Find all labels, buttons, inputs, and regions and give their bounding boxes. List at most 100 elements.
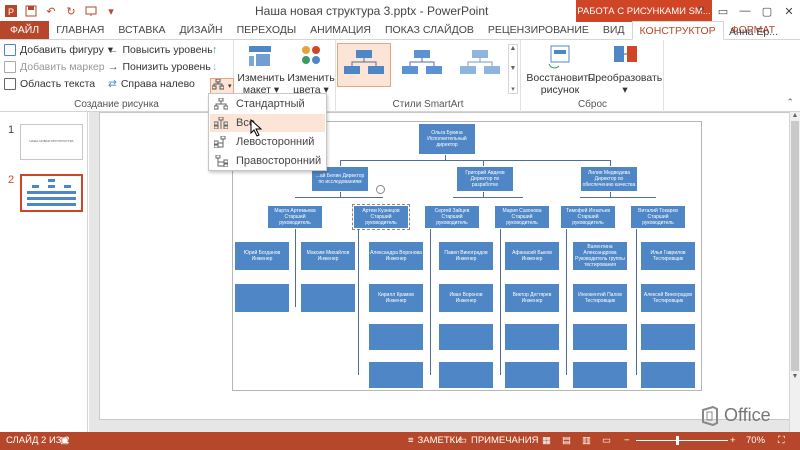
slide[interactable]: Ольга Букина Исполнительный директор ...…	[99, 112, 791, 420]
help-icon[interactable]: ?	[690, 5, 712, 17]
org-node-empty[interactable]	[438, 361, 494, 389]
org-node-senior[interactable]: Марта Артемьева Старший руководитель	[267, 205, 323, 229]
org-node-staff[interactable]: Юрий Богданов Инженер	[234, 241, 290, 271]
org-node-senior[interactable]: Тимофей Игнатьев Старший руководитель	[560, 205, 616, 229]
org-node-director[interactable]: Лилия Медведева Директор по обеспечению …	[580, 166, 638, 192]
style-3d[interactable]	[453, 43, 507, 87]
scroll-up-icon[interactable]: ▲	[790, 112, 800, 119]
org-node-director[interactable]: Григорий Авдеев Директор по разработке	[456, 166, 514, 192]
close-icon[interactable]: ✕	[778, 5, 800, 18]
tab-animation[interactable]: АНИМАЦИЯ	[303, 21, 378, 39]
org-node-staff[interactable]: Павел Виноградов Инженер	[438, 241, 494, 271]
add-bullet-button[interactable]: Добавить маркер	[4, 61, 105, 73]
right-to-left-button[interactable]: ⇄ Справа налево	[108, 78, 195, 90]
style-flat[interactable]	[337, 43, 391, 87]
org-node-empty[interactable]	[504, 361, 560, 389]
tab-file[interactable]: ФАЙЛ	[0, 21, 50, 39]
org-node-staff[interactable]: Александра Воронова Инженер	[368, 241, 424, 271]
org-node-senior[interactable]: Сергей Зайцев Старший руководитель	[424, 205, 480, 229]
org-node-empty[interactable]	[504, 323, 560, 351]
change-colors-button[interactable]: Изменить цвета ▾	[287, 42, 335, 96]
org-node-staff[interactable]: Афанасий Быков Инженер	[504, 241, 560, 271]
promote-button[interactable]: ← Повысить уровень	[108, 44, 213, 56]
menu-item-both[interactable]: Все	[210, 114, 325, 132]
move-up-button[interactable]: ↑	[212, 44, 217, 56]
tab-smartart-design[interactable]: КОНСТРУКТОР	[631, 21, 724, 40]
tab-design[interactable]: ДИЗАЙН	[172, 21, 229, 39]
zoom-out-icon[interactable]: −	[624, 435, 630, 446]
org-node-senior[interactable]: Виталий Токарев Старший руководитель	[630, 205, 686, 229]
rotate-handle-icon[interactable]	[376, 185, 385, 194]
minimize-icon[interactable]: —	[734, 5, 756, 17]
normal-view-icon[interactable]: ▦	[542, 435, 551, 446]
start-slideshow-icon[interactable]	[84, 4, 98, 18]
org-node-empty[interactable]	[300, 283, 356, 313]
zoom-level[interactable]: 70%	[746, 435, 765, 446]
menu-item-left-hanging[interactable]: Левосторонний	[210, 133, 325, 151]
org-node-staff[interactable]: Валентина Александрова Руководитель груп…	[572, 241, 628, 271]
user-name[interactable]: Анна Ер...	[729, 26, 778, 38]
collapse-ribbon-icon[interactable]: ⌃	[786, 97, 794, 108]
slideshow-view-icon[interactable]: ▭	[602, 435, 611, 446]
ribbon-display-icon[interactable]: ▭	[712, 5, 734, 18]
tab-review[interactable]: РЕЦЕНЗИРОВАНИЕ	[481, 21, 596, 39]
org-node-staff[interactable]: Алексей Виноградов Тестировщик	[640, 283, 696, 313]
undo-icon[interactable]: ↶	[44, 4, 58, 18]
convert-button[interactable]: Преобразовать ▾	[588, 42, 662, 96]
org-node-staff[interactable]: Кирилл Крамов Инженер	[368, 283, 424, 313]
scroll-down-icon[interactable]: ▼	[790, 373, 800, 380]
org-node-empty[interactable]	[438, 323, 494, 351]
org-node-senior[interactable]: Мария Сазонова Старший руководитель	[494, 205, 550, 229]
org-node-empty[interactable]	[640, 323, 696, 351]
text-pane-button[interactable]: Область текста	[4, 78, 95, 90]
spellcheck-icon[interactable]: ▣	[60, 435, 69, 446]
chevron-up-icon[interactable]: ▲	[510, 45, 517, 52]
style-subtle[interactable]	[395, 43, 449, 87]
menu-item-right-hanging[interactable]: Правосторонний	[210, 152, 325, 170]
tab-slideshow[interactable]: ПОКАЗ СЛАЙДОВ	[378, 21, 481, 39]
scroll-thumb[interactable]	[791, 121, 799, 371]
org-node-empty[interactable]	[640, 361, 696, 389]
org-node-ceo[interactable]: Ольга Букина Исполнительный директор	[418, 123, 476, 155]
comments-button[interactable]: ▭ ПРИМЕЧАНИЯ	[458, 435, 538, 446]
tab-transitions[interactable]: ПЕРЕХОДЫ	[230, 21, 304, 39]
chevron-down-icon[interactable]: ▼	[510, 65, 517, 72]
customize-qat-icon[interactable]: ▾	[104, 4, 118, 18]
org-node-empty[interactable]	[572, 323, 628, 351]
org-node-staff[interactable]: Иннокентий Палов Тестировщик	[572, 283, 628, 313]
slide-thumbnail-1[interactable]: НАША НОВАЯ ОРГСТРУКТУРА	[20, 124, 83, 160]
org-node-empty[interactable]	[572, 361, 628, 389]
org-node-staff[interactable]: Илья Гаврилов Тестировщик	[640, 241, 696, 271]
move-down-button[interactable]: ↓	[212, 61, 217, 73]
slide-sorter-icon[interactable]: ▤	[562, 435, 571, 446]
slide-thumbnail-2[interactable]	[20, 174, 83, 212]
org-node-senior-selected[interactable]: Артем Кузнецов Старший руководитель	[352, 204, 410, 230]
org-node-staff[interactable]: Виктор Дегтярев Инженер	[504, 283, 560, 313]
demote-button[interactable]: → Понизить уровень	[108, 61, 211, 73]
redo-icon[interactable]: ↻	[64, 4, 78, 18]
org-node-empty[interactable]	[234, 283, 290, 313]
org-node-empty[interactable]	[368, 323, 424, 351]
tab-home[interactable]: ГЛАВНАЯ	[49, 21, 111, 39]
layout-dropdown-button[interactable]: ▾	[210, 78, 234, 94]
fit-slide-icon[interactable]: ⛶	[778, 435, 785, 446]
zoom-slider-thumb[interactable]	[676, 436, 679, 445]
org-node-empty[interactable]	[368, 361, 424, 389]
reset-graphic-button[interactable]: Восстановить рисунок	[526, 42, 594, 96]
reading-view-icon[interactable]: ▥	[582, 435, 591, 446]
notes-button[interactable]: ≡ ЗАМЕТКИ	[408, 435, 462, 446]
menu-item-standard[interactable]: Стандартный	[210, 95, 325, 113]
zoom-in-icon[interactable]: +	[730, 435, 736, 446]
gallery-scroll[interactable]: ▲ ▼ ▾	[508, 44, 518, 94]
gallery-expand-icon[interactable]: ▾	[511, 85, 515, 93]
org-node-staff[interactable]: Иван Воронов Инженер	[438, 283, 494, 313]
change-layout-button[interactable]: Изменить макет ▾	[236, 42, 286, 96]
zoom-slider[interactable]	[636, 436, 728, 445]
org-node-staff[interactable]: Максим Михайлов Инженер	[300, 241, 356, 271]
tab-view[interactable]: ВИД	[596, 21, 632, 39]
add-shape-button[interactable]: Добавить фигуру ▾	[4, 44, 113, 56]
maximize-icon[interactable]: ▢	[756, 5, 778, 18]
tab-insert[interactable]: ВСТАВКА	[111, 21, 172, 39]
vertical-scrollbar[interactable]: ▲ ▼	[789, 112, 800, 432]
save-icon[interactable]	[24, 4, 38, 18]
